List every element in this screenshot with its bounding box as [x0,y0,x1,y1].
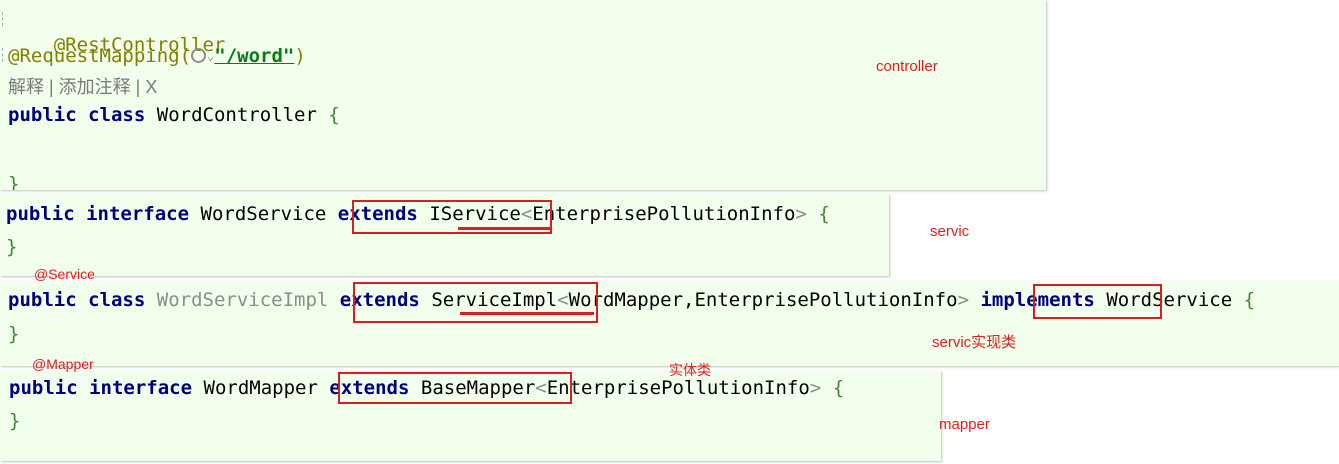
open-brace: { [328,104,340,126]
open-brace: { [1243,289,1256,311]
service-impl-close-brace: } [8,322,19,346]
servic-label: servic [930,223,970,240]
keyword-interface: interface [86,203,190,225]
class-name: WordServiceImpl [156,289,329,311]
close-brace: } [6,236,18,258]
entity-label: 实体类 [669,362,711,378]
controller-close-brace: } [8,172,19,190]
mapper-label: mapper [939,416,990,433]
close-brace: } [8,173,20,190]
keyword-interface: interface [89,377,193,399]
generic-type: EnterprisePollutionInfo [532,203,796,225]
mapper-annotation-label: @Mapper [32,356,94,372]
request-mapping-annotation[interactable]: @RequestMapping(⌄"/word") [8,44,306,68]
controller-class-declaration[interactable]: public class WordController { [8,103,340,127]
fold-marker [2,48,6,62]
controller-code-panel: @RestController @RequestMapping(⌄"/word"… [0,0,1046,190]
interface-name: WordService [200,203,327,225]
keyword-public: public [8,104,77,126]
annotation-text: @RequestMapping( [8,45,192,67]
generic-type: EnterprisePollutionInfo [546,377,810,399]
class-name: WordController [156,104,317,126]
mapper-code-panel: public interface WordMapper extends Base… [0,371,941,461]
fold-marker [2,12,6,26]
keyword-public: public [8,289,77,311]
open-brace: { [818,203,830,225]
mapper-close-brace: } [9,409,20,433]
parent-type-underline [460,312,594,315]
keyword-class: class [88,289,146,311]
ai-hint-actions[interactable]: 解释 | 添加注释 | X [8,73,157,99]
keyword-class: class [88,104,146,126]
extends-highlight-box [353,282,598,323]
service-code-panel: public interface WordService extends ISe… [0,194,889,276]
generic-close: > [957,289,970,311]
keyword-public: public [9,377,78,399]
keyword-public: public [6,203,75,225]
generic-close: > [809,377,822,399]
generic-close: > [795,203,807,225]
service-close-brace: } [6,235,17,259]
servic-impl-label: servic实现类 [932,334,1017,351]
open-brace: { [832,377,845,399]
mapping-path-string[interactable]: "/word" [214,45,294,67]
close-brace: } [9,410,21,432]
controller-label: controller [876,58,938,75]
implements-highlight-box [1033,284,1162,319]
generic-types: WordMapper,EnterprisePollutionInfo [568,289,958,311]
service-annotation-label: @Service [34,266,95,282]
parent-type-underline [458,227,550,230]
extends-highlight-box [338,372,572,404]
service-impl-code-panel: public class WordServiceImpl extends Ser… [0,281,1339,366]
globe-icon[interactable] [191,48,207,63]
annotation-close-paren: ) [294,45,306,67]
close-brace: } [8,323,20,345]
interface-name: WordMapper [203,377,318,399]
